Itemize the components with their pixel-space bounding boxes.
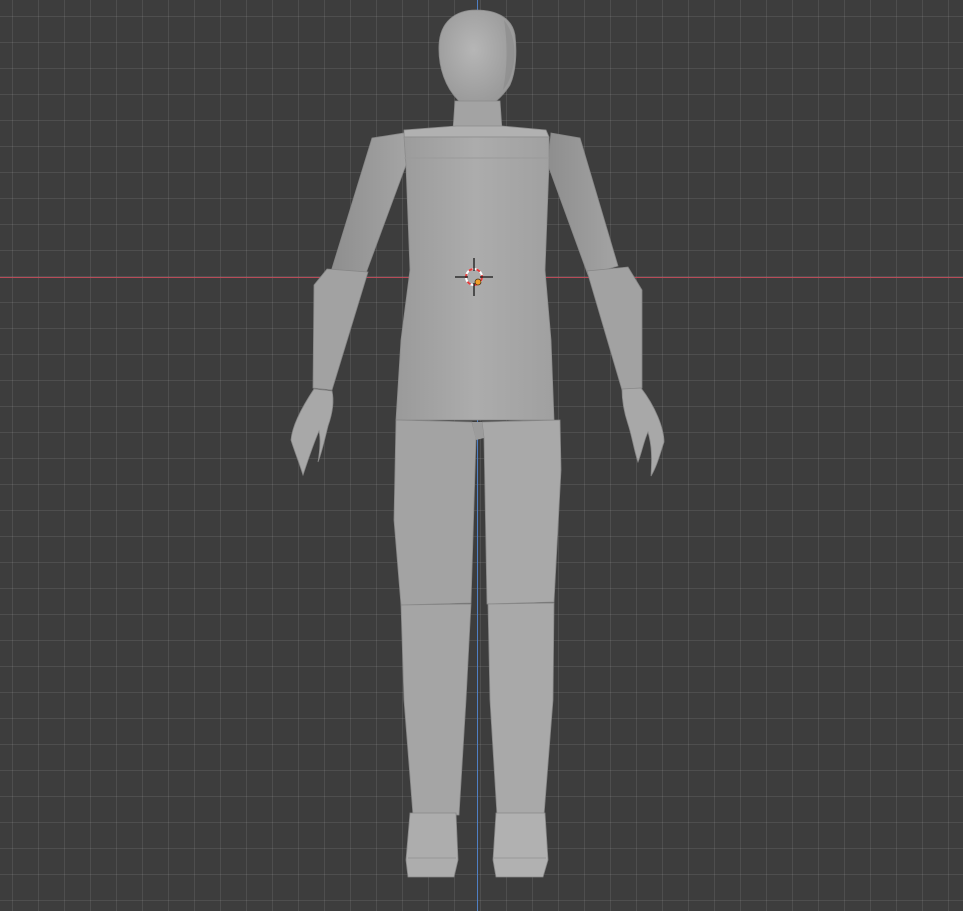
- lower-leg-right: [487, 602, 555, 816]
- foot-left: [405, 812, 459, 878]
- forearm-left: [312, 268, 369, 391]
- head: [438, 9, 517, 110]
- object-origin-icon: [474, 278, 482, 286]
- 3d-cursor-icon[interactable]: [455, 258, 495, 298]
- forearm-right: [586, 266, 643, 391]
- lower-leg-left: [400, 603, 472, 816]
- upper-leg-right: [481, 419, 562, 605]
- foot-right: [492, 812, 549, 878]
- hand-left: [290, 388, 334, 477]
- 3d-viewport[interactable]: [0, 0, 963, 911]
- upper-arm-left: [329, 132, 407, 276]
- mannequin-model[interactable]: [0, 0, 963, 911]
- shoulders: [403, 125, 550, 138]
- upper-leg-left: [393, 419, 477, 606]
- hand-right: [621, 387, 665, 477]
- upper-arm-right: [547, 132, 619, 276]
